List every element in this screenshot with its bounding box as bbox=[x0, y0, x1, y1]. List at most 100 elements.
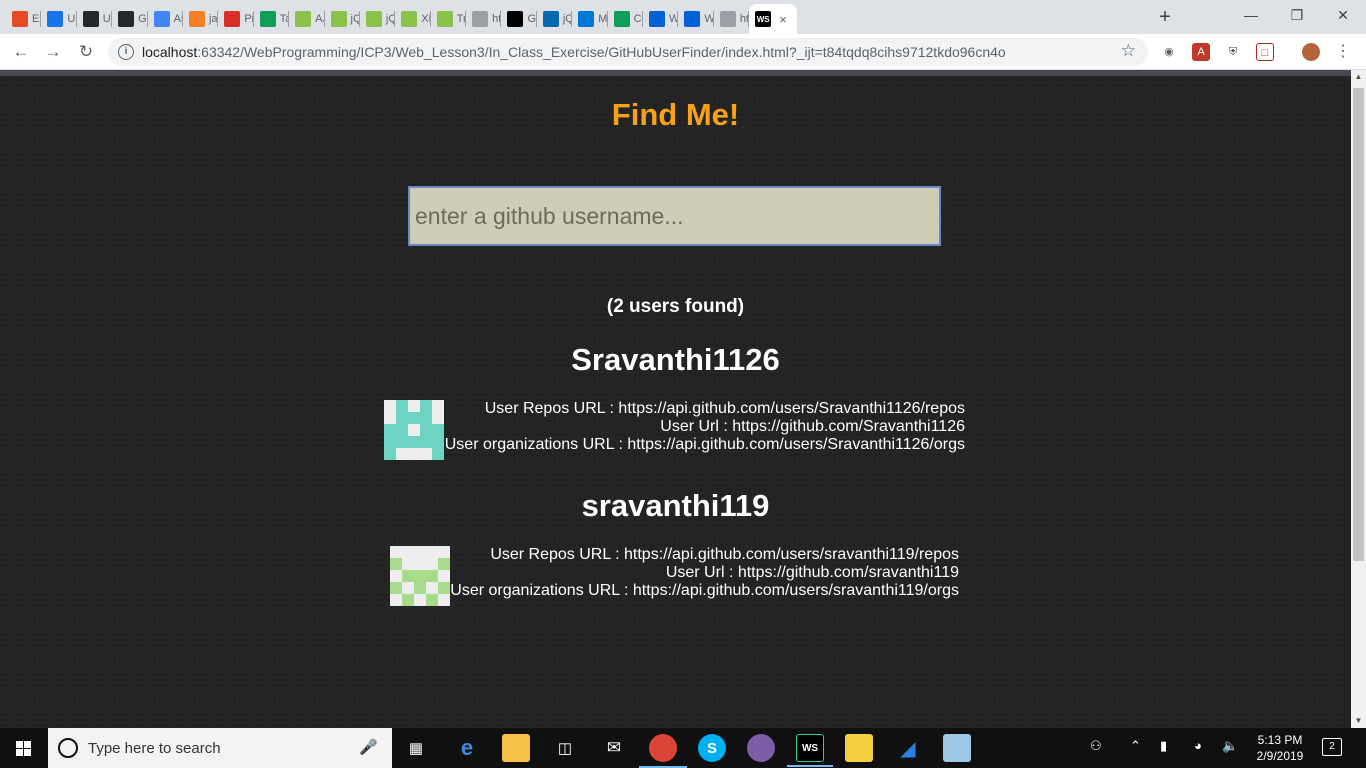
address-bar[interactable]: i localhost:63342/WebProgramming/ICP3/We… bbox=[108, 38, 1148, 66]
camera-icon[interactable]: ◉ bbox=[1160, 43, 1178, 61]
volume-icon[interactable]: 🔈 bbox=[1222, 738, 1238, 754]
cortana-icon bbox=[58, 738, 78, 758]
browser-tab[interactable]: CS bbox=[608, 4, 644, 34]
restore-button[interactable]: ❐ bbox=[1274, 0, 1320, 30]
user-details: User Repos URL : https://api.github.com/… bbox=[445, 400, 965, 454]
taskbar-search-box[interactable]: Type here to search 🎤 bbox=[48, 728, 392, 768]
browser-tab[interactable]: W bbox=[643, 4, 679, 34]
user-login: Sravanthi1126 bbox=[571, 342, 780, 377]
page-icon bbox=[472, 11, 489, 27]
edge-icon[interactable]: e bbox=[453, 734, 481, 762]
back-button[interactable]: ← bbox=[10, 41, 32, 63]
results-count: (2 users found) bbox=[606, 296, 745, 317]
new-tab-button[interactable]: + bbox=[1154, 6, 1176, 28]
page-viewport: Find Me! (2 users found) Sravanthi1126 U… bbox=[0, 70, 1351, 728]
browser-tab[interactable]: M bbox=[572, 4, 608, 34]
user-orgs-url: User organizations URL : https://api.git… bbox=[444, 436, 965, 453]
browser-tab[interactable]: Gi bbox=[112, 4, 148, 34]
browser-tab[interactable]: jQ bbox=[360, 4, 396, 34]
w3schools-icon bbox=[295, 11, 312, 27]
browser-tab[interactable]: ja bbox=[183, 4, 219, 34]
chrome-icon[interactable] bbox=[639, 734, 687, 768]
sticky-notes-icon[interactable] bbox=[845, 734, 873, 762]
tab-label: As bbox=[173, 13, 183, 25]
browser-tab[interactable]: W bbox=[678, 4, 714, 34]
shield-icon[interactable]: ⛨ bbox=[1224, 43, 1242, 61]
gmail-icon bbox=[224, 11, 241, 27]
wifi-icon[interactable]: ◕ bbox=[1194, 738, 1202, 753]
battery-icon[interactable]: ▮ bbox=[1160, 738, 1167, 754]
username-search-input[interactable] bbox=[408, 186, 941, 246]
microphone-icon[interactable]: 🎤 bbox=[359, 738, 378, 756]
user-avatar bbox=[384, 400, 444, 460]
skype-icon[interactable]: S bbox=[698, 734, 726, 762]
close-tab-icon[interactable]: × bbox=[779, 12, 787, 27]
tab-label: Gi bbox=[138, 13, 147, 25]
browser-tab[interactable]: Ex bbox=[6, 4, 42, 34]
browser-tab[interactable]: Us bbox=[77, 4, 113, 34]
menu-icon[interactable]: ⋮ bbox=[1334, 43, 1352, 61]
browser-tab[interactable]: jQ bbox=[537, 4, 573, 34]
forward-button[interactable]: → bbox=[42, 41, 64, 63]
page-title: Find Me! bbox=[611, 97, 740, 132]
tab-label: W bbox=[669, 13, 679, 25]
info-icon[interactable]: i bbox=[118, 44, 134, 60]
shark-icon[interactable]: ◢ bbox=[894, 734, 922, 762]
browser-tab[interactable]: Pi bbox=[218, 4, 254, 34]
box-icon bbox=[649, 11, 666, 27]
file-explorer-icon[interactable] bbox=[502, 734, 530, 762]
github-desktop-icon[interactable] bbox=[747, 734, 775, 762]
browser-tab-active[interactable]: WS × bbox=[749, 4, 798, 34]
browser-tab[interactable]: XM bbox=[395, 4, 431, 34]
w3schools-icon bbox=[436, 11, 453, 27]
page-icon bbox=[719, 11, 736, 27]
tab-label: Ex bbox=[32, 13, 41, 25]
scroll-down-icon[interactable]: ▼ bbox=[1351, 714, 1366, 728]
bookmark-star-icon[interactable]: ☆ bbox=[1121, 41, 1136, 61]
tab-label: Us bbox=[67, 13, 76, 25]
notifications-icon[interactable]: 2 bbox=[1322, 738, 1342, 756]
browser-tab[interactable]: Ta bbox=[254, 4, 290, 34]
user-url: User Url : https://github.com/Sravanthi1… bbox=[660, 418, 965, 435]
browser-tab[interactable]: ht bbox=[714, 4, 750, 34]
tab-label: CS bbox=[633, 13, 643, 25]
browser-tab[interactable]: Tr bbox=[431, 4, 467, 34]
webstorm-icon: WS bbox=[755, 11, 772, 27]
browser-tab[interactable]: Gi bbox=[501, 4, 537, 34]
tab-label: jQ bbox=[562, 13, 573, 25]
jquery-icon bbox=[542, 11, 559, 27]
clock-date: 2/9/2019 bbox=[1256, 749, 1304, 763]
pdf-extension-icon[interactable]: A bbox=[1192, 43, 1210, 61]
windows-start-button[interactable] bbox=[0, 728, 48, 768]
browser-tab[interactable]: As bbox=[148, 4, 183, 34]
taskbar-search-text: Type here to search bbox=[88, 740, 221, 757]
people-icon[interactable]: ⚇ bbox=[1090, 738, 1102, 754]
webstorm-icon[interactable]: WS bbox=[787, 734, 833, 767]
profile-avatar[interactable] bbox=[1302, 43, 1320, 61]
tab-label: XM bbox=[421, 13, 430, 25]
sheets-icon bbox=[613, 11, 630, 27]
scroll-up-icon[interactable]: ▲ bbox=[1351, 70, 1366, 84]
taskbar-clock[interactable]: 5:13 PM 2/9/2019 bbox=[1252, 732, 1308, 764]
mail-icon[interactable]: ✉ bbox=[600, 734, 628, 762]
extension-icon[interactable]: □ bbox=[1256, 43, 1274, 61]
reload-button[interactable]: ↻ bbox=[75, 41, 97, 63]
browser-tab[interactable]: jQ bbox=[325, 4, 360, 34]
browser-tab[interactable]: Us bbox=[41, 4, 77, 34]
close-window-button[interactable]: ✕ bbox=[1320, 0, 1366, 30]
page-scrollbar[interactable]: ▲ ▼ bbox=[1351, 70, 1366, 728]
notepad-icon[interactable] bbox=[943, 734, 971, 762]
scrollbar-thumb[interactable] bbox=[1353, 88, 1364, 561]
task-view-icon[interactable]: ▦ bbox=[402, 734, 430, 762]
tray-chevron-icon[interactable]: ⌃ bbox=[1130, 738, 1141, 754]
windows-taskbar: Type here to search 🎤 ▦ e ◫ ✉ S WS ◢ ⚇ ⌃… bbox=[0, 728, 1366, 768]
store-icon[interactable]: ◫ bbox=[551, 734, 579, 762]
browser-tab[interactable]: ht bbox=[466, 4, 502, 34]
url-path: :63342/WebProgramming/ICP3/Web_Lesson3/I… bbox=[197, 44, 1006, 60]
tab-label: Ta bbox=[279, 13, 290, 25]
browser-toolbar: ← → ↻ i localhost:63342/WebProgramming/I… bbox=[0, 34, 1366, 70]
minimize-button[interactable]: — bbox=[1228, 0, 1274, 30]
user-details: User Repos URL : https://api.github.com/… bbox=[450, 546, 959, 600]
google-icon bbox=[153, 11, 170, 27]
browser-tab[interactable]: AJ bbox=[289, 4, 325, 34]
